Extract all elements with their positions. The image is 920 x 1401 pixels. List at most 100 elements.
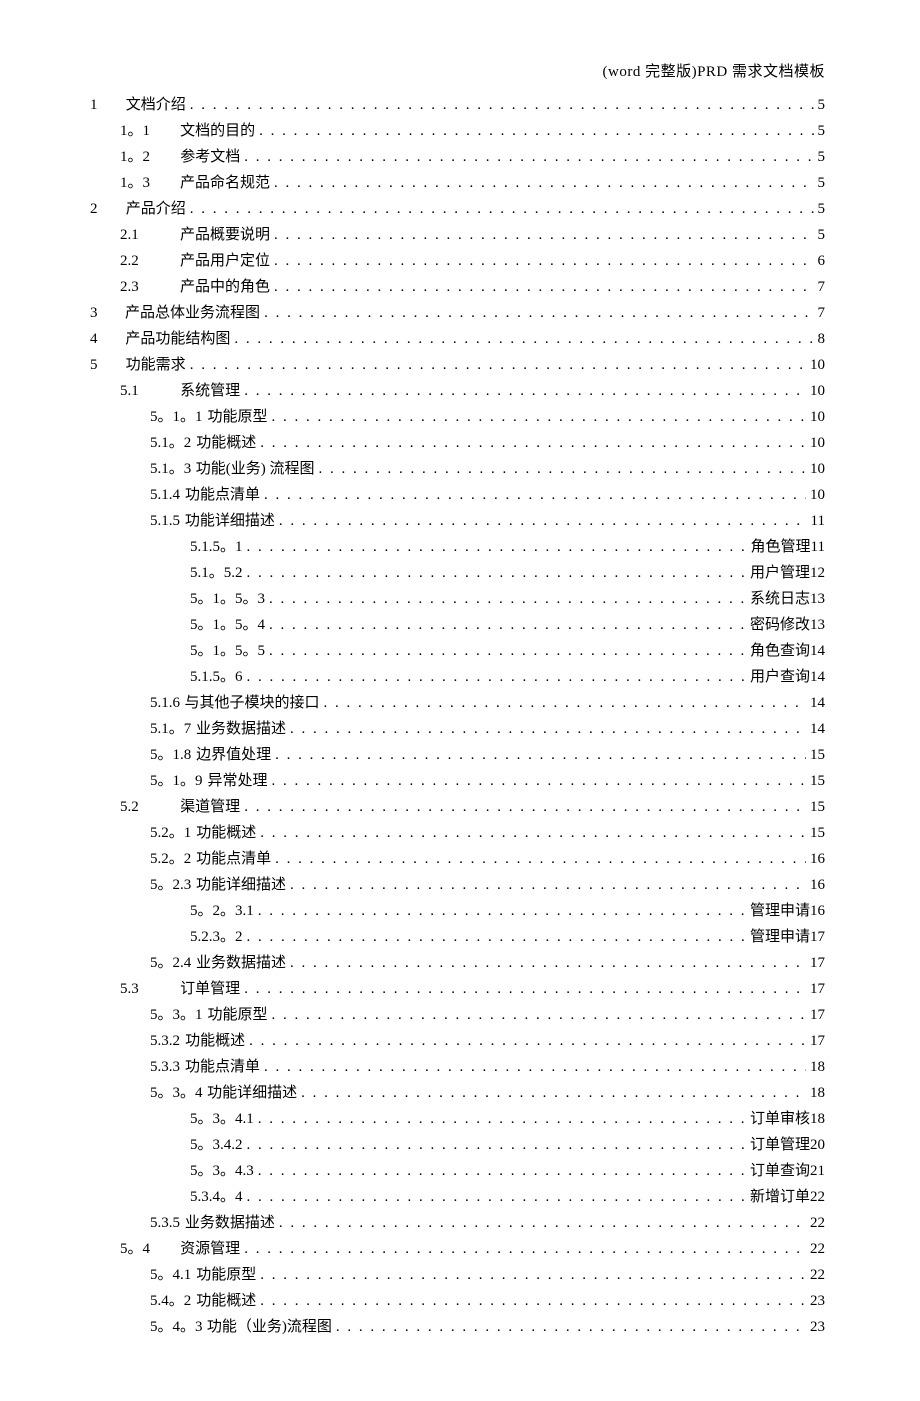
toc-row: 5.3.5业务数据描述22 bbox=[90, 1211, 825, 1235]
toc-number: 5。1。5。5 bbox=[190, 639, 265, 663]
toc-number: 5.3.2 bbox=[150, 1029, 180, 1053]
toc-leaders bbox=[269, 587, 746, 611]
toc-suffix: 管理申请 bbox=[750, 925, 810, 949]
toc-row: 5.2.3。2管理申请 17 bbox=[90, 925, 825, 949]
toc-suffix: 角色管理 bbox=[751, 535, 811, 559]
toc-number: 5。4 bbox=[120, 1237, 175, 1261]
toc-suffix: 系统日志 bbox=[750, 587, 810, 611]
toc-page: 5 bbox=[818, 145, 826, 169]
toc-row: 2产品介绍5 bbox=[90, 197, 825, 221]
toc-leaders bbox=[274, 275, 814, 299]
toc-title: 异常处理 bbox=[207, 769, 267, 793]
toc-page: 10 bbox=[810, 431, 825, 455]
toc-leaders bbox=[249, 1029, 806, 1053]
toc-suffix: 订单审核 bbox=[750, 1107, 810, 1131]
toc-page: 23 bbox=[810, 1289, 825, 1313]
toc-leaders bbox=[247, 1133, 746, 1157]
toc-row: 4产品功能结构图8 bbox=[90, 327, 825, 351]
toc-page: 22 bbox=[810, 1211, 825, 1235]
toc-number: 4 bbox=[90, 327, 120, 351]
toc-title: 功能（业务)流程图 bbox=[207, 1315, 332, 1339]
toc-page: 13 bbox=[810, 613, 825, 637]
toc-page: 11 bbox=[811, 535, 825, 559]
toc-page: 14 bbox=[810, 691, 825, 715]
toc-leaders bbox=[260, 821, 806, 845]
toc-number: 1。3 bbox=[120, 171, 175, 195]
toc-page: 17 bbox=[810, 951, 825, 975]
toc-title: 参考文档 bbox=[180, 145, 240, 169]
toc-title: 功能详细描述 bbox=[207, 1081, 297, 1105]
toc-leaders bbox=[274, 249, 814, 273]
toc-page: 18 bbox=[810, 1107, 825, 1131]
toc-leaders bbox=[269, 639, 746, 663]
toc-title: 产品介绍 bbox=[126, 197, 186, 221]
page-header: (word 完整版)PRD 需求文档模板 bbox=[90, 60, 825, 81]
toc-title: 产品总体业务流程图 bbox=[125, 301, 260, 325]
toc-number: 5.1.4 bbox=[150, 483, 180, 507]
toc-page: 17 bbox=[810, 977, 825, 1001]
toc-row: 2.2产品用户定位6 bbox=[90, 249, 825, 273]
toc-leaders bbox=[244, 145, 813, 169]
toc-page: 22 bbox=[810, 1237, 825, 1261]
toc-number: 5。1.8 bbox=[150, 743, 191, 767]
toc-number: 5.2.3。2 bbox=[190, 925, 243, 949]
toc-row: 5。2.3功能详细描述16 bbox=[90, 873, 825, 897]
toc-title: 功能需求 bbox=[126, 353, 186, 377]
toc-number: 5。2。3.1 bbox=[190, 899, 254, 923]
toc-leaders bbox=[290, 951, 806, 975]
toc-number: 2.2 bbox=[120, 249, 175, 273]
toc-title: 业务数据描述 bbox=[196, 951, 286, 975]
toc-number: 5。1。5。3 bbox=[190, 587, 265, 611]
toc-leaders bbox=[323, 691, 806, 715]
toc-row: 5.2。1功能概述15 bbox=[90, 821, 825, 845]
toc-leaders bbox=[290, 717, 806, 741]
toc-leaders bbox=[258, 1107, 746, 1131]
toc-page: 15 bbox=[810, 821, 825, 845]
toc-leaders bbox=[279, 509, 807, 533]
toc-number: 5。2.3 bbox=[150, 873, 191, 897]
toc-page: 15 bbox=[810, 795, 825, 819]
toc-row: 5.3.4。4新增订单 22 bbox=[90, 1185, 825, 1209]
toc-title: 功能原型 bbox=[196, 1263, 256, 1287]
toc-title: 功能原型 bbox=[207, 405, 267, 429]
toc-page: 20 bbox=[810, 1133, 825, 1157]
toc-row: 5.3订单管理17 bbox=[90, 977, 825, 1001]
toc-leaders bbox=[247, 925, 746, 949]
toc-title: 功能点清单 bbox=[185, 1055, 260, 1079]
toc-title: 功能(业务) 流程图 bbox=[196, 457, 315, 481]
toc-row: 5。1.8边界值处理15 bbox=[90, 743, 825, 767]
toc-row: 5.1。7业务数据描述14 bbox=[90, 717, 825, 741]
toc-number: 5.1.6 bbox=[150, 691, 180, 715]
toc-page: 16 bbox=[810, 873, 825, 897]
toc-number: 5.1.5。6 bbox=[190, 665, 243, 689]
toc-number: 5 bbox=[90, 353, 120, 377]
toc-row: 5。3.4.2订单管理 20 bbox=[90, 1133, 825, 1157]
toc-title: 文档介绍 bbox=[126, 93, 186, 117]
toc-row: 5。2。3.1管理申请 16 bbox=[90, 899, 825, 923]
toc-row: 5。4。3功能（业务)流程图23 bbox=[90, 1315, 825, 1339]
toc-number: 2.3 bbox=[120, 275, 175, 299]
toc-row: 5.1。5.2用户管理 12 bbox=[90, 561, 825, 585]
toc-number: 2 bbox=[90, 197, 120, 221]
toc-page: 10 bbox=[810, 483, 825, 507]
toc-page: 15 bbox=[810, 743, 825, 767]
toc-page: 7 bbox=[818, 275, 826, 299]
toc-row: 1。3产品命名规范5 bbox=[90, 171, 825, 195]
toc-row: 3产品总体业务流程图7 bbox=[90, 301, 825, 325]
toc-title: 功能概述 bbox=[196, 1289, 256, 1313]
toc-suffix: 角色查询 bbox=[750, 639, 810, 663]
toc-row: 5。2.4业务数据描述17 bbox=[90, 951, 825, 975]
toc-leaders bbox=[190, 197, 814, 221]
toc-leaders bbox=[259, 119, 813, 143]
toc-row: 5。4.1功能原型22 bbox=[90, 1263, 825, 1287]
toc-page: 5 bbox=[818, 93, 826, 117]
toc-number: 5.2。2 bbox=[150, 847, 191, 871]
toc-number: 5。3。1 bbox=[150, 1003, 203, 1027]
toc-page: 18 bbox=[810, 1055, 825, 1079]
toc-number: 5.4。2 bbox=[150, 1289, 191, 1313]
toc-row: 5.1.5功能详细描述11 bbox=[90, 509, 825, 533]
toc-row: 5.1系统管理10 bbox=[90, 379, 825, 403]
toc-suffix: 订单管理 bbox=[750, 1133, 810, 1157]
toc-page: 10 bbox=[810, 353, 825, 377]
toc-title: 功能概述 bbox=[196, 821, 256, 845]
